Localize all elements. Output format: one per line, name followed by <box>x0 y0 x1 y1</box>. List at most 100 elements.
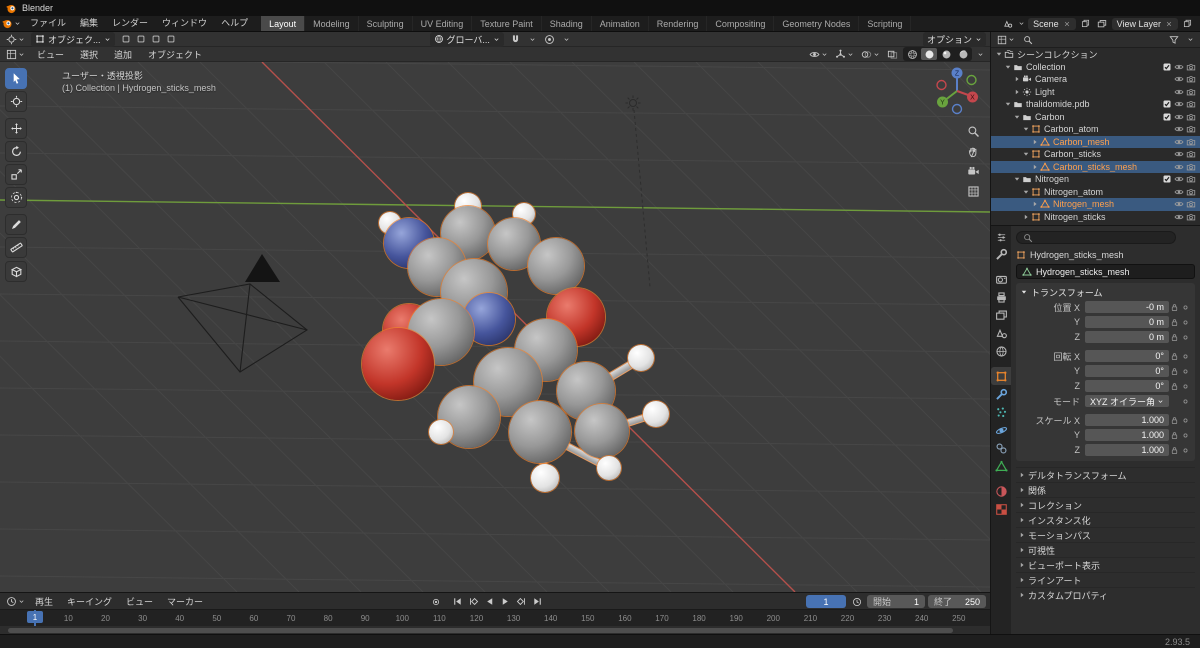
pan-button[interactable] <box>964 142 982 160</box>
camera-toggle-icon[interactable] <box>1185 112 1197 122</box>
lock-icon[interactable] <box>1169 303 1180 312</box>
eye-toggle-icon[interactable] <box>1173 74 1185 84</box>
checkbox-toggle-icon[interactable] <box>1161 62 1173 72</box>
expand-arrow-icon[interactable] <box>1030 200 1039 208</box>
atom-C[interactable] <box>509 401 571 463</box>
animate-decorator-icon[interactable] <box>1180 352 1191 361</box>
blender-menu-icon[interactable] <box>0 18 23 29</box>
camera-toggle-icon[interactable] <box>1185 74 1197 84</box>
zoom-button[interactable] <box>964 122 982 140</box>
current-frame-indicator[interactable]: 1 <box>27 611 43 623</box>
timeline-editor-type-button[interactable] <box>4 596 27 607</box>
animate-decorator-icon[interactable] <box>1180 431 1191 440</box>
tab-data[interactable] <box>991 457 1011 475</box>
outliner-row-Carbon_sticks_mesh[interactable]: Carbon_sticks_mesh <box>991 160 1200 173</box>
tool-annotate[interactable] <box>5 214 27 235</box>
overlays-dropdown[interactable] <box>859 49 882 60</box>
scale-x-field[interactable]: 1.000 <box>1085 414 1169 426</box>
menu-help[interactable]: ヘルプ <box>214 16 255 31</box>
jumpfirst-button[interactable] <box>450 595 465 608</box>
scene-selector[interactable]: Scene <box>1028 17 1076 30</box>
outliner-row-Nitrogen[interactable]: Nitrogen <box>991 173 1200 186</box>
menu-render[interactable]: レンダー <box>105 16 155 31</box>
lock-icon[interactable] <box>1169 333 1180 342</box>
expand-arrow-icon[interactable] <box>1012 75 1021 83</box>
shading-rendered-button[interactable] <box>955 48 971 60</box>
prevkey-button[interactable] <box>466 595 481 608</box>
timeline-ruler[interactable]: 10 20 30 40 50 60 70 80 90 100 110 120 130 140 150 160 1… <box>0 609 990 626</box>
animate-decorator-icon[interactable] <box>1180 318 1191 327</box>
proportional-falloff-dropdown[interactable] <box>561 36 572 43</box>
transform-panel-header[interactable]: トランスフォーム <box>1020 285 1191 299</box>
filter-dropdown[interactable] <box>1185 36 1196 43</box>
scrollbar-handle[interactable] <box>8 627 953 633</box>
menu-edit[interactable]: 編集 <box>73 16 105 31</box>
lock-icon[interactable] <box>1169 382 1180 391</box>
tool-measure[interactable] <box>5 237 27 258</box>
tab-material[interactable] <box>991 482 1011 500</box>
panel-header-7[interactable]: ラインアート <box>1016 572 1195 587</box>
workspace-tab-geometry-nodes[interactable]: Geometry Nodes <box>774 16 860 31</box>
outliner-row--[interactable]: シーンコレクション <box>991 48 1200 61</box>
play-button[interactable] <box>498 595 513 608</box>
snap-magnet-toggle[interactable] <box>508 34 523 45</box>
playrev-button[interactable] <box>482 595 497 608</box>
outliner-row-Carbon_mesh[interactable]: Carbon_mesh <box>991 135 1200 148</box>
atom-C[interactable] <box>575 404 629 458</box>
atom-H[interactable] <box>429 420 453 444</box>
tab-output[interactable] <box>991 288 1011 306</box>
timeline-menu-keying[interactable]: キーイング <box>61 595 118 608</box>
checkbox-toggle-icon[interactable] <box>1161 112 1173 122</box>
tool-add-cube[interactable] <box>5 261 27 282</box>
tool-move[interactable] <box>5 118 27 139</box>
camera-view-button[interactable] <box>964 162 982 180</box>
lock-icon[interactable] <box>1169 352 1180 361</box>
jumplast-button[interactable] <box>530 595 545 608</box>
panel-header-0[interactable]: デルタトランスフォーム <box>1016 467 1195 482</box>
tool-select-box[interactable] <box>5 68 27 89</box>
checkbox-toggle-icon[interactable] <box>1161 174 1173 184</box>
camera-toggle-icon[interactable] <box>1185 187 1197 197</box>
checkbox-toggle-icon[interactable] <box>1161 99 1173 109</box>
tool-rotate[interactable] <box>5 141 27 162</box>
rotation-x-field[interactable]: 0° <box>1085 350 1169 362</box>
shading-material-button[interactable] <box>938 48 954 60</box>
viewport-menu-object[interactable]: オブジェクト <box>142 48 208 61</box>
frame-start-field[interactable]: 開始 1 <box>867 595 925 608</box>
shading-dropdown[interactable] <box>975 51 986 58</box>
outliner-row-Collection[interactable]: Collection <box>991 61 1200 74</box>
tab-scene[interactable] <box>991 324 1011 342</box>
tool-cursor[interactable] <box>5 91 27 112</box>
nextkey-button[interactable] <box>514 595 529 608</box>
collapse-arrow-icon[interactable] <box>1012 175 1021 183</box>
properties-editor-type-button[interactable] <box>991 229 1011 245</box>
camera-toggle-icon[interactable] <box>1185 124 1197 134</box>
eye-toggle-icon[interactable] <box>1173 112 1185 122</box>
search-icon[interactable] <box>1021 35 1035 45</box>
outliner-row-Nitrogen_atom[interactable]: Nitrogen_atom <box>991 186 1200 199</box>
timeline-menu-playback[interactable]: 再生 <box>29 595 59 608</box>
collapse-arrow-icon[interactable] <box>1012 113 1021 121</box>
lock-icon[interactable] <box>1169 431 1180 440</box>
animate-decorator-icon[interactable] <box>1180 397 1191 406</box>
gizmos-dropdown[interactable] <box>833 49 856 60</box>
editor-type-button[interactable] <box>4 34 27 45</box>
workspace-tab-compositing[interactable]: Compositing <box>707 16 775 31</box>
rotation-z-field[interactable]: 0° <box>1085 380 1169 392</box>
frame-end-field[interactable]: 終了 250 <box>928 595 986 608</box>
proportional-edit-toggle[interactable] <box>542 34 557 45</box>
camera-toggle-icon[interactable] <box>1185 174 1197 184</box>
object-name-field[interactable]: Hydrogen_sticks_mesh <box>1016 264 1195 279</box>
workspace-tab-layout[interactable]: Layout <box>261 16 306 31</box>
remove-view-layer-icon[interactable] <box>1165 20 1173 28</box>
toggle-ortho-button[interactable] <box>964 182 982 200</box>
mode-toggle-icon[interactable] <box>149 34 163 44</box>
lock-icon[interactable] <box>1169 446 1180 455</box>
expand-arrow-icon[interactable] <box>1012 88 1021 96</box>
viewport-menu-add[interactable]: 追加 <box>108 48 138 61</box>
panel-header-8[interactable]: カスタムプロパティ <box>1016 587 1195 602</box>
eye-toggle-icon[interactable] <box>1173 99 1185 109</box>
camera-toggle-icon[interactable] <box>1185 162 1197 172</box>
tab-world[interactable] <box>991 342 1011 360</box>
tab-object[interactable] <box>991 367 1011 385</box>
